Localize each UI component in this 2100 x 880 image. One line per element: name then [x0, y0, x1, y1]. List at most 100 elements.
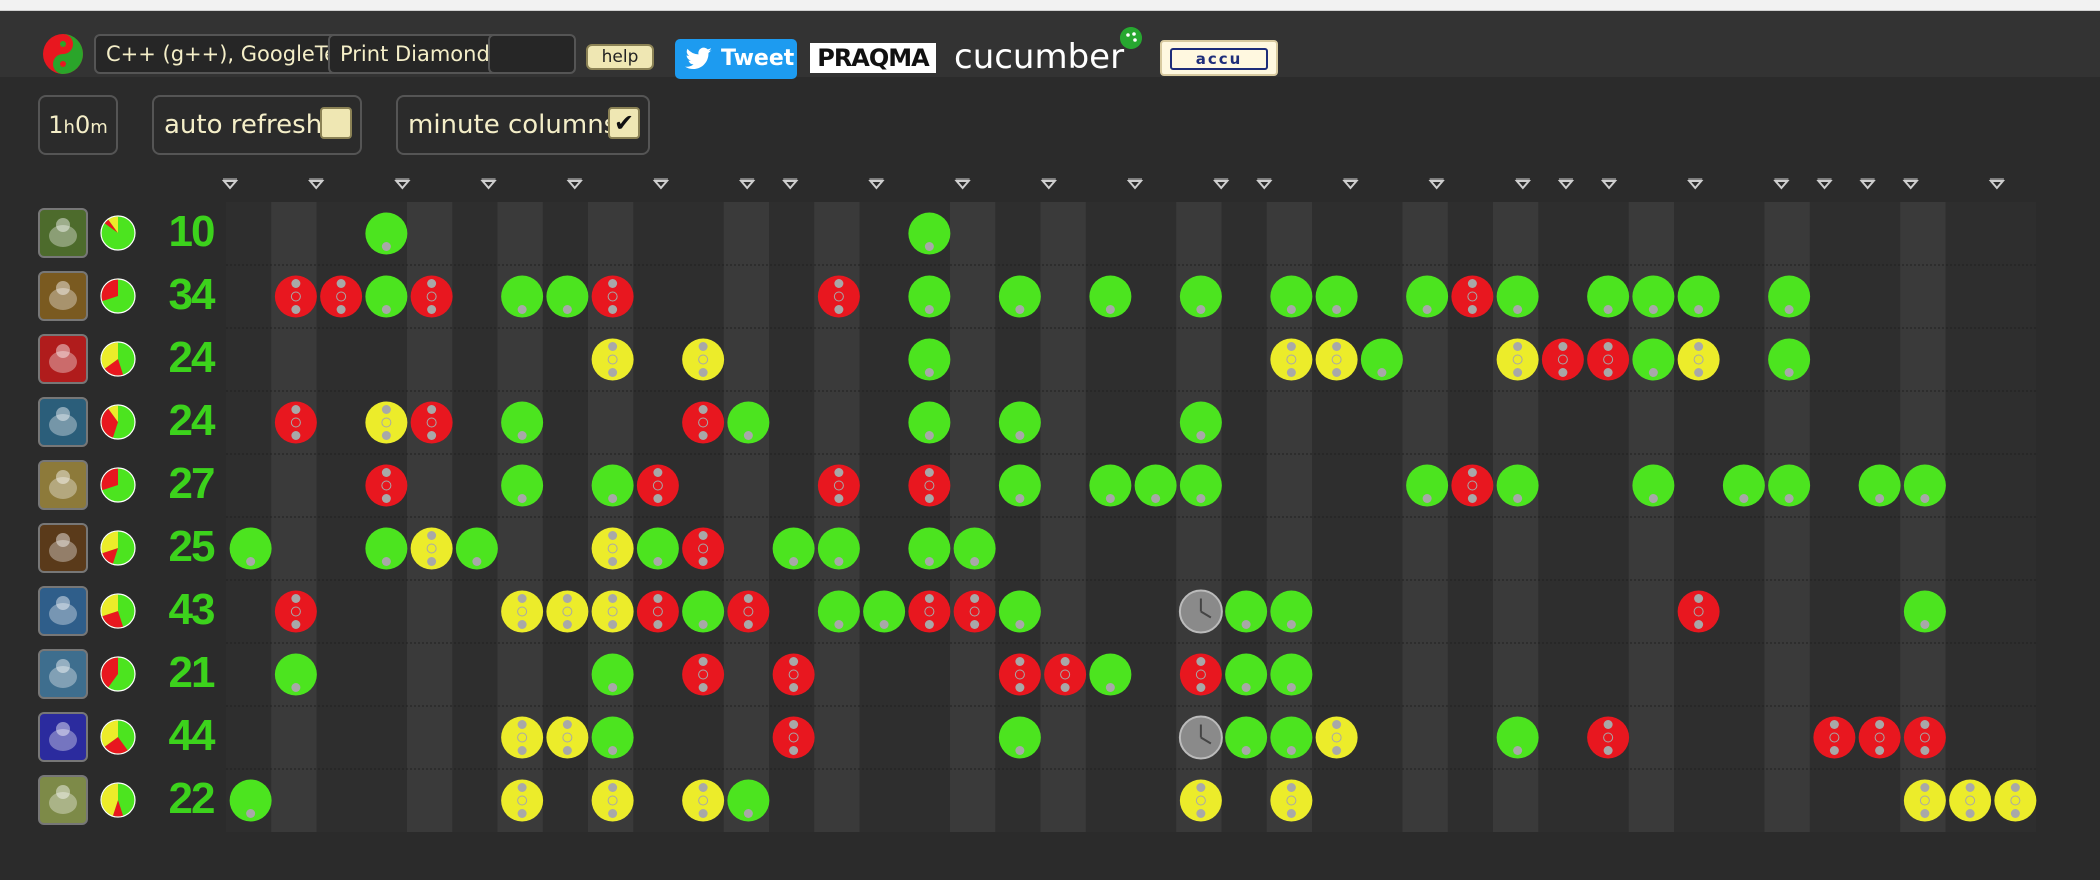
light-lens: [924, 468, 934, 477]
light-lens: [789, 720, 799, 729]
column-marker-icon: [954, 180, 971, 190]
butterfly-icon[interactable]: [38, 271, 88, 321]
light-lens: [1603, 746, 1613, 755]
light-lens: [1286, 342, 1296, 351]
traffic-light-green: [998, 401, 1041, 444]
traffic-light-green: [455, 527, 498, 570]
pie-chart-icon: [100, 404, 136, 440]
light-lens: [970, 620, 980, 629]
traffic-light-yellow: [1270, 338, 1313, 381]
traffic-light-yellow: [1903, 779, 1946, 822]
light-lens: [1015, 431, 1025, 440]
column-marker-icon: [566, 180, 583, 190]
column-marker-icon: [1126, 180, 1144, 190]
traffic-light-green: [998, 275, 1041, 318]
light-lens: [698, 557, 708, 566]
traffic-light-yellow: [682, 338, 725, 381]
traffic-light-green: [591, 716, 634, 759]
traffic-light-red: [1903, 716, 1946, 759]
traffic-light-green: [1632, 275, 1675, 318]
traffic-light-green: [863, 590, 906, 633]
squid-icon[interactable]: [38, 586, 88, 636]
traffic-light-green: [229, 779, 272, 822]
light-count: 44: [168, 711, 216, 760]
light-lens: [291, 405, 301, 414]
traffic-light-red: [772, 716, 815, 759]
elephant-icon[interactable]: [38, 334, 88, 384]
light-lens: [2010, 783, 2020, 792]
light-lens: [336, 279, 346, 288]
light-lens: [698, 431, 708, 440]
traffic-light-green: [1632, 464, 1675, 507]
traffic-light-yellow: [501, 716, 544, 759]
light-lens: [1105, 305, 1115, 314]
light-lens: [924, 368, 934, 377]
light-count: 34: [168, 270, 216, 319]
light-lens: [1875, 746, 1885, 755]
light-lens: [1332, 746, 1342, 755]
light-lens: [1920, 783, 1930, 792]
light-lens: [1151, 494, 1161, 503]
traffic-light-yellow: [591, 338, 634, 381]
traffic-light-grid: [221, 178, 2037, 832]
light-lens: [562, 620, 572, 629]
light-lens: [381, 431, 391, 440]
traffic-light-yellow: [546, 590, 589, 633]
light-lens: [608, 557, 618, 566]
traffic-light-green: [908, 401, 951, 444]
light-lens: [1467, 279, 1477, 288]
light-lens: [1105, 683, 1115, 692]
traffic-light-red: [636, 590, 679, 633]
light-lens: [1965, 809, 1975, 818]
light-count: 27: [168, 459, 216, 508]
traffic-light-red: [1451, 275, 1494, 318]
light-lens: [924, 242, 934, 251]
column-marker-icon: [1256, 180, 1273, 190]
light-lens: [743, 620, 753, 629]
light-lens: [1196, 494, 1206, 503]
traffic-light-green: [1225, 716, 1268, 759]
light-lens: [924, 305, 934, 314]
traffic-light-green: [998, 464, 1041, 507]
bee-icon[interactable]: [38, 208, 88, 258]
traffic-light-yellow: [1179, 779, 1222, 822]
swan-icon[interactable]: [38, 649, 88, 699]
lobster-icon[interactable]: [38, 523, 88, 573]
light-lens: [653, 468, 663, 477]
light-lens: [517, 431, 527, 440]
traffic-light-red: [410, 401, 453, 444]
light-lens: [1603, 368, 1613, 377]
light-lens: [1784, 368, 1794, 377]
traffic-light-yellow: [591, 779, 634, 822]
fox-icon[interactable]: [38, 397, 88, 447]
traffic-light-red: [998, 653, 1041, 696]
bear-icon[interactable]: [38, 460, 88, 510]
light-lens: [924, 620, 934, 629]
light-lens: [608, 494, 618, 503]
light-lens: [517, 305, 527, 314]
traffic-light-green: [501, 464, 544, 507]
shark-icon[interactable]: [38, 712, 88, 762]
light-lens: [789, 557, 799, 566]
traffic-light-green: [998, 716, 1041, 759]
traffic-light-green: [1315, 275, 1358, 318]
traffic-light-green: [365, 212, 408, 255]
light-lens: [698, 342, 708, 351]
traffic-light-green: [1406, 275, 1449, 318]
light-lens: [1286, 620, 1296, 629]
light-lens: [1694, 620, 1704, 629]
light-lens: [1196, 783, 1206, 792]
traffic-light-red: [591, 275, 634, 318]
pie-chart-icon: [100, 467, 136, 503]
traffic-light-red: [274, 590, 317, 633]
light-lens: [1467, 494, 1477, 503]
light-count: 25: [168, 522, 216, 571]
wolf-icon[interactable]: [38, 775, 88, 825]
column-marker-icon: [868, 180, 885, 190]
light-lens: [608, 531, 618, 540]
light-lens: [834, 620, 844, 629]
column-marker-icon: [480, 180, 497, 190]
light-lens: [924, 557, 934, 566]
traffic-light-green: [591, 653, 634, 696]
traffic-light-green: [1134, 464, 1177, 507]
